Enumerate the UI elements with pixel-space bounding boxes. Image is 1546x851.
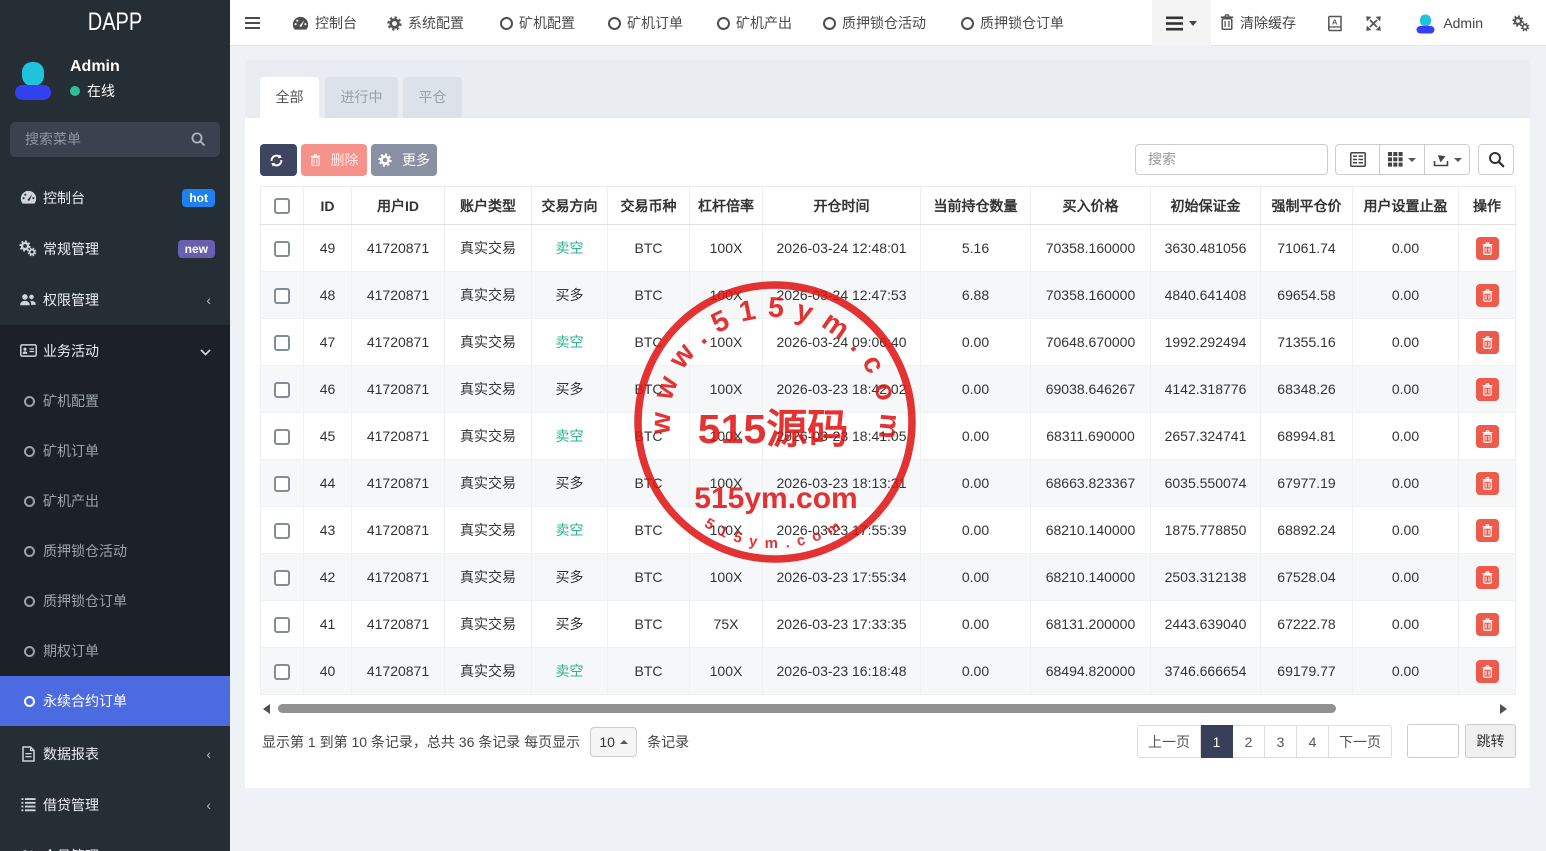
svg-text:A: A: [1332, 17, 1338, 26]
